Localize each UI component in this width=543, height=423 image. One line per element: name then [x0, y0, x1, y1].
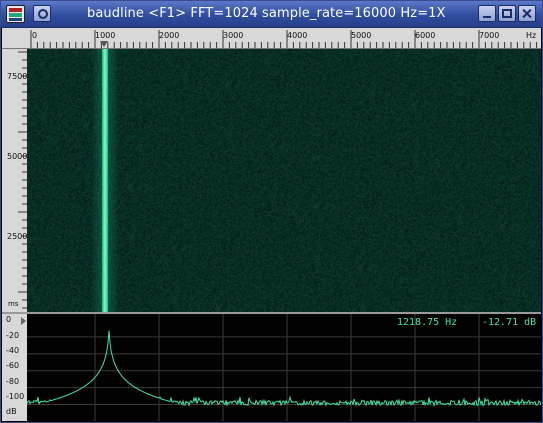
time-axis[interactable]: 7500 5000 2500 ms: [2, 49, 28, 312]
spectrum-plot: [27, 314, 541, 421]
db-label-60: -60: [6, 361, 20, 370]
spectrum-trace: [27, 330, 541, 408]
spectrogram-display[interactable]: [27, 49, 541, 312]
minimize-button[interactable]: [478, 5, 496, 22]
signal-trace: [102, 49, 108, 312]
frequency-cursor-marker[interactable]: [100, 41, 108, 47]
baudline-window: baudline <F1> FFT=1024 sample_rate=16000…: [0, 0, 543, 423]
time-unit-ms: ms: [8, 300, 19, 308]
app-menu-icon[interactable]: [6, 5, 25, 23]
ruler-label-3000: 3000: [223, 31, 244, 40]
time-label-5000: 5000: [7, 152, 28, 161]
ruler-label-4000: 4000: [287, 31, 308, 40]
db-label-40: -40: [6, 346, 20, 355]
db-unit: dB: [6, 407, 17, 416]
db-label-20: -20: [6, 331, 20, 340]
ruler-label-1000: 1000: [95, 31, 116, 40]
ruler-label-5000: 5000: [351, 31, 372, 40]
db-axis[interactable]: 0 -20 -40 -60 -80 -100 dB: [2, 314, 28, 421]
maximize-button[interactable]: [498, 5, 516, 22]
ruler-unit-hz: Hz: [526, 31, 537, 40]
time-label-7500: 7500: [7, 72, 28, 81]
cursor-level-readout: -12.71 dB: [482, 317, 537, 328]
ruler-label-7000: 7000: [479, 31, 500, 40]
close-button[interactable]: [518, 5, 536, 22]
ruler-label-0: 0: [32, 31, 38, 40]
db-label-0: 0: [6, 315, 12, 324]
spectrum-grid: [27, 314, 541, 421]
spectrum-display[interactable]: 1218.75 Hz -12.71 dB: [27, 314, 541, 421]
ruler-label-2000: 2000: [159, 31, 180, 40]
time-axis-ticks: [18, 51, 27, 309]
db-axis-arrow-icon[interactable]: [21, 317, 26, 325]
time-label-2500: 2500: [7, 232, 28, 241]
title-bar[interactable]: baudline <F1> FFT=1024 sample_rate=16000…: [1, 1, 542, 28]
window-title: baudline <F1> FFT=1024 sample_rate=16000…: [87, 6, 446, 21]
db-label-100: -100: [6, 392, 25, 401]
db-label-80: -80: [6, 377, 20, 386]
ruler-label-6000: 6000: [415, 31, 436, 40]
sticky-pin-button[interactable]: [33, 5, 51, 22]
ruler-corner: [2, 28, 28, 49]
frequency-ruler[interactable]: 0 1000 2000 3000 4000 5000 6000 7000 Hz: [27, 28, 541, 49]
cursor-frequency-readout: 1218.75 Hz: [397, 317, 458, 328]
